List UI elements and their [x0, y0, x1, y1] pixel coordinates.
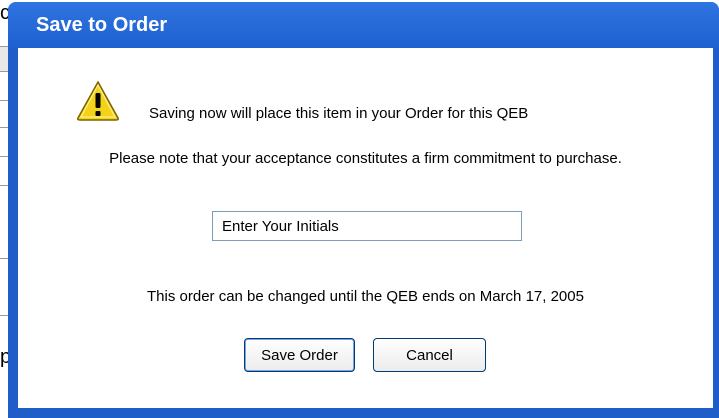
- order-deadline-text: This order can be changed until the QEB …: [147, 288, 584, 305]
- save-message: Saving now will place this item in your …: [149, 105, 529, 122]
- dialog-title-bar[interactable]: Save to Order: [8, 2, 719, 48]
- initials-input[interactable]: [212, 211, 522, 241]
- warning-icon: [77, 80, 119, 121]
- cancel-button[interactable]: Cancel: [373, 338, 486, 372]
- save-to-order-dialog: Save to Order Saving now will place this…: [8, 2, 719, 418]
- commitment-note: Please note that your acceptance constit…: [109, 150, 622, 167]
- dialog-content: Saving now will place this item in your …: [18, 48, 713, 408]
- dialog-title: Save to Order: [36, 14, 168, 36]
- save-order-button[interactable]: Save Order: [244, 338, 355, 372]
